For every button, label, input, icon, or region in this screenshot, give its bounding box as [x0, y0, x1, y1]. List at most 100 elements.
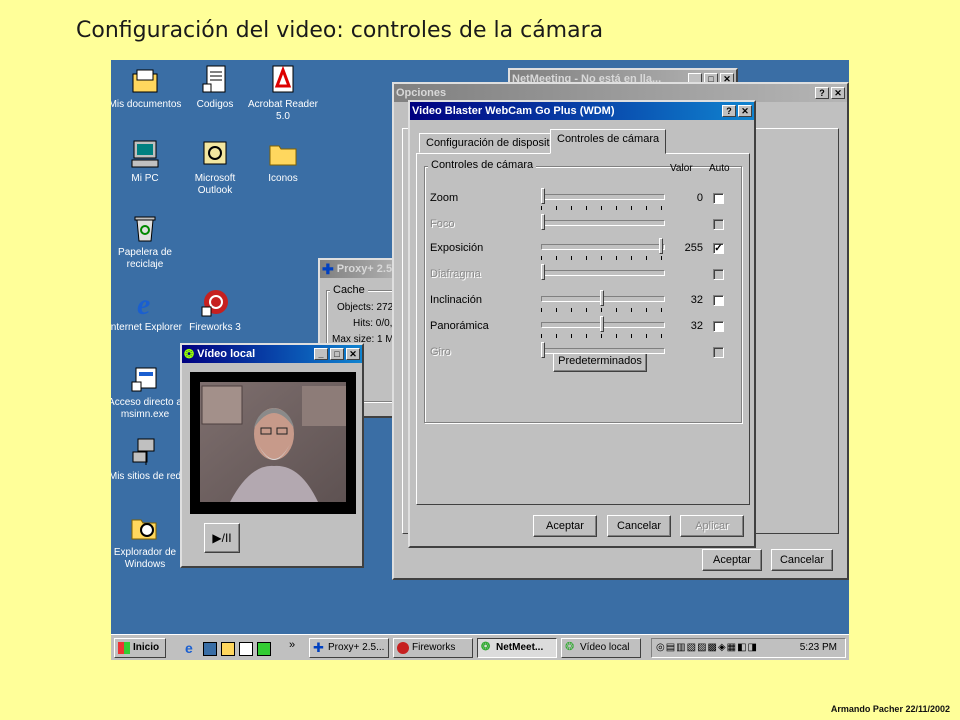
webcam-titlebar[interactable]: Video Blaster WebCam Go Plus (WDM) ? ✕ [410, 102, 754, 120]
proxy-icon: ✚ [313, 640, 324, 655]
auto-checkbox[interactable] [713, 193, 724, 204]
webcam-cancel-button[interactable]: Cancelar [607, 515, 671, 537]
slide-title: Configuración del video: controles de la… [76, 18, 604, 43]
local-video-window[interactable]: ❂ Vídeo local _ □ ✕ ▶/II [180, 343, 364, 568]
proxy-line: Hits: 0/0, [353, 318, 393, 329]
camera-control-slider[interactable] [541, 244, 665, 250]
close-button[interactable]: ✕ [831, 87, 845, 99]
tray-icons[interactable]: ◎▤▥▧▨▩◈▦◧◨ [656, 642, 758, 653]
desktop-icon-my-pc[interactable]: Mi PC [111, 138, 183, 185]
start-button[interactable]: Inicio [114, 638, 166, 658]
proxy-cache-label: Cache [330, 284, 368, 296]
slide-footer: Armando Pacher 22/11/2002 [830, 704, 950, 714]
desktop-icon-acrobat[interactable]: Acrobat Reader 5.0 [245, 64, 321, 123]
slider-ticks [541, 206, 663, 210]
desktop-icon-label: Mi PC [131, 173, 159, 184]
camera-control-slider [541, 270, 665, 276]
camera-control-slider[interactable] [541, 194, 665, 200]
slider-thumb[interactable] [600, 316, 604, 332]
opciones-accept-button[interactable]: Aceptar [702, 549, 762, 571]
auto-checkbox[interactable] [713, 295, 724, 306]
desktop-icon-network[interactable]: Mis sitios de red [111, 436, 183, 483]
fireworks-icon [199, 287, 231, 319]
taskbar-item-local-video[interactable]: ❂ Vídeo local [561, 638, 641, 658]
help-button[interactable]: ? [815, 87, 829, 99]
quicklaunch-chevron[interactable]: » [289, 639, 295, 651]
taskbar-item-fireworks[interactable]: Fireworks [393, 638, 473, 658]
auto-checkbox[interactable] [713, 321, 724, 332]
tab-device-config[interactable]: Configuración de dispositivo [419, 133, 571, 153]
outlook-icon [199, 138, 231, 170]
document-shortcut-icon [199, 64, 231, 96]
desktop-icon-label: Codigos [196, 99, 234, 110]
webcam-accept-button[interactable]: Aceptar [533, 515, 597, 537]
desktop-icon-label: Iconos [268, 173, 298, 184]
fireworks-icon [397, 642, 409, 654]
auto-checkbox[interactable]: ✓ [713, 243, 724, 254]
camera-control-label: Zoom [430, 192, 459, 204]
local-video-titlebar[interactable]: ❂ Vídeo local _ □ ✕ [182, 345, 362, 363]
help-button[interactable]: ? [722, 105, 736, 117]
camera-control-value: 255 [684, 242, 703, 254]
start-label: Inicio [133, 642, 160, 653]
quicklaunch-outlook-icon[interactable] [239, 642, 253, 656]
desktop-icon-explorer[interactable]: Explorador de Windows [111, 512, 183, 571]
camera-control-slider [541, 220, 665, 226]
camera-control-label: Panorámica [430, 320, 489, 332]
taskbar-item-proxy[interactable]: ✚ Proxy+ 2.5... [309, 638, 389, 658]
recycle-bin-icon [129, 212, 161, 244]
slider-thumb [541, 342, 545, 358]
quicklaunch-search-icon[interactable] [221, 642, 235, 656]
desktop-screenshot: Mis documentos Codigos Acrobat Reader 5.… [111, 60, 849, 660]
desktop-icon-outlook[interactable]: Microsoft Outlook [177, 138, 253, 197]
quicklaunch-desktop-icon[interactable] [203, 642, 217, 656]
desktop-icon-msimn[interactable]: Acceso directo a msimn.exe [111, 362, 183, 421]
desktop-icon-internet-explorer[interactable]: e Internet Explorer [111, 287, 183, 334]
desktop-icon-fireworks[interactable]: Fireworks 3 [177, 287, 253, 334]
tab-camera-controls[interactable]: Controles de cámara [550, 129, 667, 154]
taskbar-item-label: Proxy+ 2.5... [328, 642, 385, 653]
camera-control-value: 32 [690, 320, 703, 332]
desktop-icon-label: Fireworks 3 [189, 322, 241, 333]
auto-checkbox [713, 347, 724, 358]
webcam-image [200, 382, 346, 502]
acrobat-icon [267, 64, 299, 96]
taskbar-item-netmeeting[interactable]: ❂ NetMeet... [477, 638, 557, 658]
netmeeting-logo-icon: ❂ [184, 347, 195, 361]
msimn-shortcut-icon [129, 362, 161, 394]
quicklaunch-ie-icon[interactable]: e [185, 641, 199, 656]
camera-control-value: 32 [690, 294, 703, 306]
play-pause-button[interactable]: ▶/II [204, 523, 240, 553]
netmeeting-logo-icon: ❂ [481, 641, 491, 653]
desktop-icon-label: Mis documentos [111, 99, 182, 110]
camera-control-label: Giro [430, 346, 451, 358]
desktop-icon-label: Mis sitios de red [111, 471, 182, 482]
opciones-cancel-button[interactable]: Cancelar [771, 549, 833, 571]
camera-control-label: Foco [430, 218, 455, 230]
quicklaunch-app-icon[interactable] [257, 642, 271, 656]
camera-control-value: 0 [696, 192, 703, 204]
taskbar-clock: 5:23 PM [799, 642, 837, 653]
desktop-icon-label: Microsoft Outlook [194, 173, 236, 196]
slider-thumb [541, 264, 545, 280]
desktop-icon-iconos[interactable]: Iconos [245, 138, 321, 185]
desktop-icon-codigos[interactable]: Codigos [177, 64, 253, 111]
slider-ticks [541, 308, 663, 312]
desktop-icon-recycle-bin[interactable]: Papelera de reciclaje [111, 212, 183, 271]
camera-controls-group-label: Controles de cámara [428, 159, 537, 171]
proxy-icon: ✚ [322, 260, 334, 277]
desktop-icon-label: Acrobat Reader 5.0 [247, 99, 319, 122]
slider-thumb[interactable] [600, 290, 604, 306]
slider-ticks [541, 334, 663, 338]
webcam-apply-button[interactable]: Aplicar [680, 515, 744, 537]
close-button[interactable]: ✕ [346, 348, 360, 360]
desktop-icon-my-documents[interactable]: Mis documentos [111, 64, 183, 111]
close-button[interactable]: ✕ [738, 105, 752, 117]
taskbar-item-label: Fireworks [412, 642, 456, 653]
minimize-button[interactable]: _ [314, 348, 328, 360]
video-frame [190, 372, 356, 514]
slider-thumb[interactable] [541, 188, 545, 204]
camera-control-label: Inclinación [430, 294, 482, 306]
my-documents-icon [129, 64, 161, 96]
maximize-button[interactable]: □ [330, 348, 344, 360]
